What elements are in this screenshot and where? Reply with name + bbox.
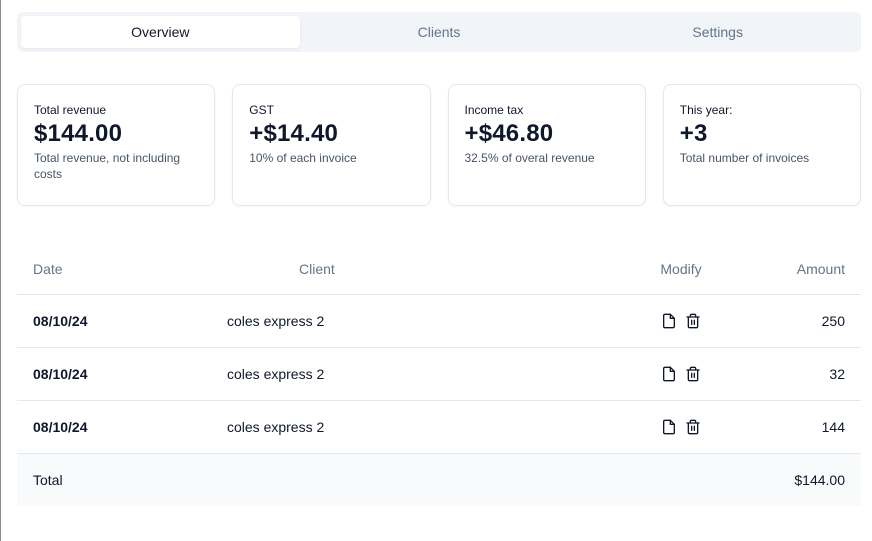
- tab-settings[interactable]: Settings: [578, 16, 857, 48]
- cell-date: 08/10/24: [33, 313, 88, 329]
- card-label: Total revenue: [34, 103, 107, 117]
- cell-client: coles express 2: [227, 419, 325, 435]
- card-description: 10% of each invoice: [249, 151, 357, 165]
- tab-clients[interactable]: Clients: [300, 16, 579, 48]
- trash-icon[interactable]: [685, 419, 701, 435]
- cell-modify: [621, 366, 741, 382]
- total-amount: $144.00: [794, 472, 845, 488]
- trash-icon[interactable]: [685, 366, 701, 382]
- card-value: $144.00: [34, 120, 123, 147]
- header-modify: Modify: [660, 261, 702, 277]
- invoice-table: Date Client Modify Amount 08/10/24 coles…: [17, 244, 861, 506]
- file-icon[interactable]: [661, 313, 677, 329]
- card-this-year: This year: +3 Total number of invoices: [662, 84, 861, 206]
- header-client: Client: [299, 261, 335, 277]
- file-icon[interactable]: [661, 366, 677, 382]
- table-header-row: Date Client Modify Amount: [17, 244, 861, 295]
- card-gst: GST +$14.40 10% of each invoice: [232, 84, 431, 206]
- card-label: Income tax: [464, 103, 524, 117]
- trash-icon[interactable]: [685, 313, 701, 329]
- cell-modify: [621, 419, 741, 435]
- cell-client: coles express 2: [227, 313, 325, 329]
- card-value: +$14.40: [249, 120, 339, 147]
- card-value: +$46.80: [464, 120, 554, 147]
- tab-overview[interactable]: Overview: [21, 16, 300, 48]
- table-row: 08/10/24 coles express 2 250: [17, 295, 861, 348]
- card-description: Total revenue, not including costs: [34, 151, 181, 181]
- cell-date: 08/10/24: [33, 419, 88, 435]
- total-label: Total: [33, 472, 63, 488]
- card-description: Total number of invoices: [679, 151, 810, 165]
- table-row: 08/10/24 coles express 2 32: [17, 348, 861, 401]
- card-total-revenue: Total revenue $144.00 Total revenue, not…: [17, 84, 216, 206]
- file-icon[interactable]: [661, 419, 677, 435]
- header-date: Date: [33, 261, 63, 277]
- table-row: 08/10/24 coles express 2 144: [17, 401, 861, 454]
- cell-client: coles express 2: [227, 366, 325, 382]
- card-label: GST: [249, 103, 274, 117]
- cell-amount: 144: [821, 419, 845, 435]
- card-value: +3: [679, 120, 708, 147]
- header-amount: Amount: [796, 261, 845, 277]
- cell-amount: 32: [829, 366, 845, 382]
- cell-date: 08/10/24: [33, 366, 88, 382]
- cell-modify: [621, 313, 741, 329]
- window-edge: [0, 0, 1, 541]
- cell-amount: 250: [821, 313, 845, 329]
- card-description: 32.5% of overal revenue: [464, 151, 595, 165]
- tab-bar: Overview Clients Settings: [17, 12, 861, 52]
- card-income-tax: Income tax +$46.80 32.5% of overal reven…: [447, 84, 646, 206]
- table-total-row: Total $144.00: [17, 454, 861, 506]
- summary-cards: Total revenue $144.00 Total revenue, not…: [17, 84, 861, 206]
- card-label: This year:: [679, 103, 733, 117]
